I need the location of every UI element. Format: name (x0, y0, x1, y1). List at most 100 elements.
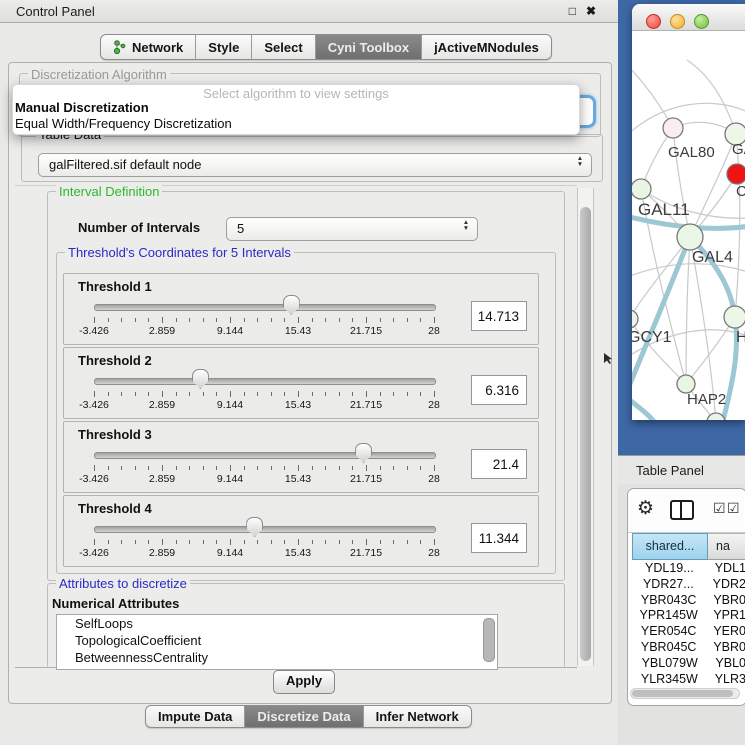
zoom-traffic-light[interactable] (694, 14, 709, 29)
close-traffic-light[interactable] (646, 14, 661, 29)
table-column-header-shared[interactable]: shared... (632, 533, 708, 560)
tab-network[interactable]: Network (101, 35, 196, 59)
table-cell: YLR3 (707, 672, 745, 688)
table-row[interactable]: YER054CYER0 (632, 624, 745, 640)
network-edge[interactable] (686, 237, 690, 384)
threshold-value-field[interactable]: 21.4 (471, 449, 527, 479)
tab-infer-network[interactable]: Infer Network (364, 706, 471, 727)
float-window-icon[interactable]: □ (569, 4, 576, 18)
table-hscrollbar-thumb[interactable] (632, 690, 733, 697)
table-row[interactable]: YDL19...YDL1 (632, 561, 745, 577)
network-edge-thick[interactable] (632, 392, 656, 420)
slider-handle[interactable] (246, 517, 263, 537)
slider-tick (271, 466, 272, 470)
slider-handle[interactable] (192, 369, 209, 389)
list-scrollbar-thumb[interactable] (483, 618, 495, 662)
tab-jactivemnodules[interactable]: jActiveMNodules (422, 35, 551, 59)
slider-tick (339, 318, 340, 322)
numerical-attributes-list[interactable]: SelfLoopsTopologicalCoefficientBetweenne… (56, 614, 498, 670)
table-settings-gear-icon[interactable]: ⚙ (637, 497, 654, 520)
attribute-list-item[interactable]: TopologicalCoefficient (57, 632, 497, 649)
slider-tick (230, 465, 231, 471)
top-tab-bar: NetworkStyleSelect Cyni Toolbox jActiveMNo… (100, 34, 552, 60)
mouse-cursor (604, 353, 613, 365)
network-edge-thick[interactable] (632, 237, 690, 398)
slider-tick (135, 318, 136, 322)
table-row[interactable]: YLR345WYLR3 (632, 672, 745, 688)
table-panel: ⚙ ☑ ☑ shared...na YDL19...YDL1YDR27...YD… (627, 488, 745, 706)
table-row[interactable]: YBR045CYBR0 (632, 640, 745, 656)
slider-tick (162, 391, 163, 397)
network-window-titlebar (632, 4, 745, 31)
tab-impute-data[interactable]: Impute Data (146, 706, 245, 727)
slider-tick (121, 540, 122, 544)
slider-handle[interactable] (355, 443, 372, 463)
slider-track[interactable] (94, 452, 436, 459)
slider-handle[interactable] (283, 295, 300, 315)
settings-scrollbar-thumb[interactable] (580, 207, 591, 661)
slider-tick (298, 317, 299, 323)
close-window-icon[interactable]: ✖ (586, 4, 596, 18)
slider-tick (325, 466, 326, 470)
attribute-list-item[interactable]: BetweennessCentrality (57, 649, 497, 666)
algorithm-option[interactable]: Equal Width/Frequency Discretization (15, 116, 232, 131)
number-of-intervals-combobox[interactable]: 5 ▲▼ (226, 217, 478, 241)
network-canvas[interactable]: GAL80GACGAL11GAL4GCY1HHAP2 (632, 30, 745, 420)
split-columns-icon[interactable] (670, 500, 694, 520)
table-row[interactable]: YBL079WYBL0 (632, 656, 745, 672)
table-row[interactable]: YDR27...YDR2 (632, 577, 745, 593)
threshold-label: Threshold 1 (78, 279, 152, 294)
slider-tick (339, 392, 340, 396)
slider-tick (189, 540, 190, 544)
table-column-header-name[interactable]: na (708, 533, 745, 560)
select-none-checkbox-icon[interactable]: ☑ (727, 500, 740, 517)
slider-tick (94, 465, 95, 471)
network-node-label: H (736, 329, 745, 346)
threshold-value-field[interactable]: 6.316 (471, 375, 527, 405)
minimize-traffic-light[interactable] (670, 14, 685, 29)
slider-tick (434, 539, 435, 545)
algorithm-option[interactable]: Manual Discretization (15, 100, 149, 115)
tab-style[interactable]: Style (196, 35, 252, 59)
slider-tick (434, 317, 435, 323)
threshold-value-field[interactable]: 14.713 (471, 301, 527, 331)
tick-label: 28 (394, 325, 474, 337)
apply-button[interactable]: Apply (273, 670, 335, 694)
slider-track[interactable] (94, 304, 436, 311)
network-node[interactable] (724, 306, 745, 328)
network-node[interactable] (663, 118, 683, 138)
table-data-combobox[interactable]: galFiltered.sif default node ▲▼ (38, 153, 592, 177)
tab-cyni-toolbox[interactable]: Cyni Toolbox (316, 35, 422, 59)
table-cell: YBL079W (632, 656, 707, 672)
tab-select[interactable]: Select (252, 35, 315, 59)
slider-tick (298, 465, 299, 471)
network-edge[interactable] (632, 60, 673, 128)
tab-discretize-data[interactable]: Discretize Data (245, 706, 363, 727)
slider-track[interactable] (94, 378, 436, 385)
table-row[interactable]: YBR043CYBR0 (632, 593, 745, 609)
attribute-list-item[interactable]: SelfLoops (57, 615, 497, 632)
slider-tick (271, 318, 272, 322)
settings-vertical-scrollbar[interactable] (577, 188, 594, 666)
slider-tick (352, 318, 353, 322)
network-node[interactable] (727, 164, 745, 184)
slider-tick (162, 539, 163, 545)
screen: Control Panel □ ✖ NetworkStyleSelectCyni… (0, 0, 745, 745)
select-all-checkbox-icon[interactable]: ☑ (713, 500, 726, 517)
network-node[interactable] (677, 224, 703, 250)
slider-tick (121, 392, 122, 396)
threshold-value-field[interactable]: 11.344 (471, 523, 527, 553)
slider-tick (257, 466, 258, 470)
slider-tick (298, 391, 299, 397)
slider-tick (312, 392, 313, 396)
network-node[interactable] (632, 179, 651, 199)
slider-track[interactable] (94, 526, 436, 533)
table-cell: YBR045C (632, 640, 705, 656)
table-horizontal-scrollbar[interactable] (630, 688, 740, 699)
network-node[interactable] (632, 310, 638, 328)
slider-tick (108, 392, 109, 396)
tab-label: Cyni Toolbox (328, 40, 409, 55)
table-row[interactable]: YPR145WYPR1 (632, 608, 745, 624)
slider-tick (393, 318, 394, 322)
slider-tick (94, 539, 95, 545)
